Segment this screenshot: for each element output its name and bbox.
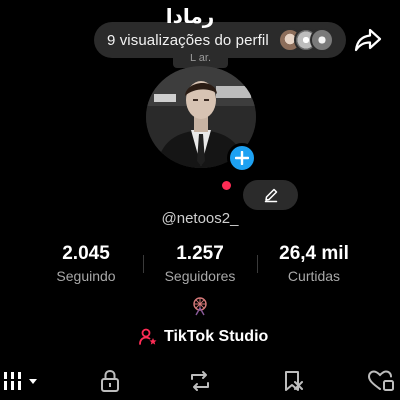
tab-saved[interactable] (278, 368, 308, 394)
person-star-icon (139, 328, 157, 345)
liked-icon (367, 370, 394, 391)
stat-value: 1.257 (176, 243, 224, 264)
lock-icon (101, 369, 119, 392)
tooltip-fragment-text: L ar. (190, 54, 211, 64)
stat-label: Seguindo (56, 268, 116, 284)
add-story-button[interactable] (227, 143, 257, 173)
profile-views-text: 9 visualizações do perfil (107, 31, 269, 49)
stat-followers[interactable]: 1.257 Seguidores (150, 243, 250, 284)
plus-icon (235, 151, 249, 165)
pencil-icon (264, 188, 277, 203)
stat-divider (143, 255, 144, 273)
stat-value: 26,4 mil (279, 243, 349, 264)
stat-value: 2.045 (62, 243, 110, 264)
stat-following[interactable]: 2.045 Seguindo (36, 243, 136, 284)
stat-label: Seguidores (164, 268, 236, 284)
tiktok-studio-label: TikTok Studio (164, 328, 269, 345)
share-arrow-icon[interactable] (354, 27, 382, 53)
viewer-avatar (310, 28, 334, 52)
viewer-avatars (278, 28, 338, 52)
stat-likes[interactable]: 26,4 mil Curtidas (264, 243, 364, 284)
username: @netoos2_ (161, 210, 239, 227)
repost-icon (191, 371, 209, 391)
profile-tabs (0, 360, 400, 400)
stat-label: Curtidas (287, 268, 341, 284)
tab-private[interactable] (95, 368, 125, 394)
display-name: رمادا (165, 4, 215, 28)
tab-reposts[interactable] (185, 368, 215, 394)
grid-icon (4, 372, 37, 390)
saved-icon (285, 371, 303, 391)
edit-profile-button[interactable] (243, 180, 298, 210)
tiktok-studio-link[interactable]: TikTok Studio (138, 325, 268, 349)
notification-dot (222, 181, 231, 190)
ferris-wheel-icon (193, 297, 207, 316)
tab-videos[interactable] (2, 368, 40, 394)
stat-divider (257, 255, 258, 273)
tab-liked[interactable] (366, 368, 396, 394)
profile-stats: 2.045 Seguindo 1.257 Seguidores 26,4 mil… (0, 243, 400, 287)
